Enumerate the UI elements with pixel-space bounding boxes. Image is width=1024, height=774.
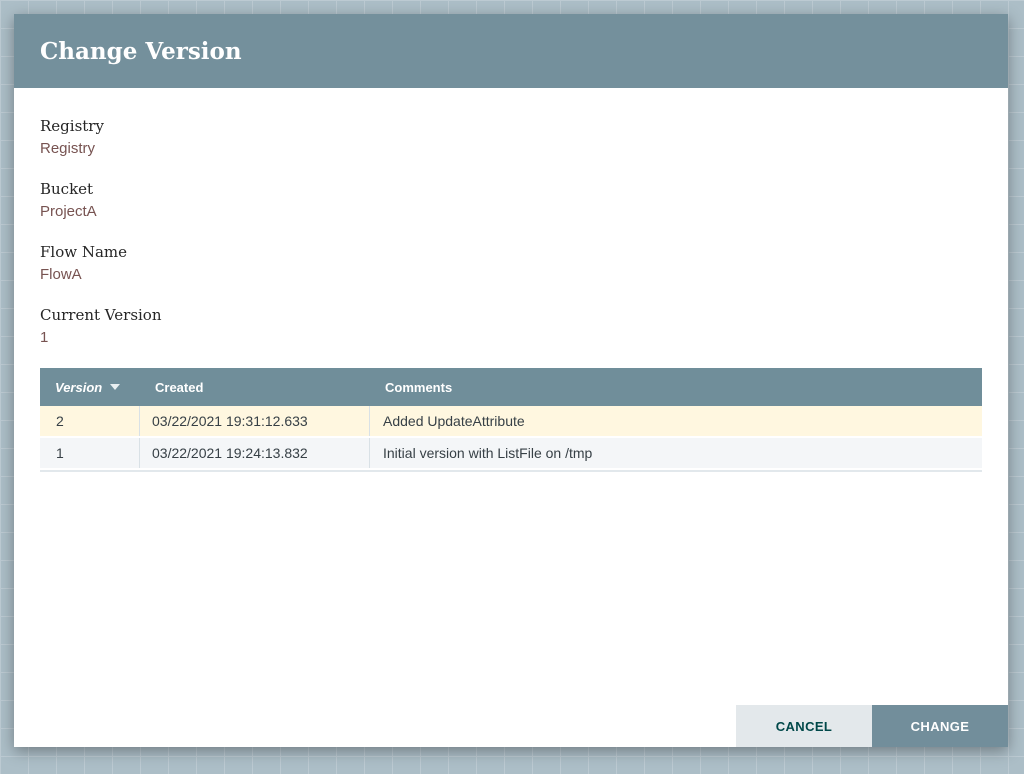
cancel-button[interactable]: CANCEL: [736, 705, 872, 747]
registry-label: Registry: [40, 115, 982, 137]
change-version-dialog: Change Version Registry Registry Bucket …: [14, 14, 1008, 747]
bucket-label: Bucket: [40, 178, 982, 200]
dialog-title: Change Version: [40, 38, 242, 65]
version-row-2[interactable]: 2 03/22/2021 19:31:12.633 Added UpdateAt…: [40, 406, 982, 436]
version-table-header: Version Created Comments: [40, 368, 982, 406]
current-version-value: 1: [40, 327, 982, 349]
registry-value: Registry: [40, 138, 982, 160]
column-header-comments[interactable]: Comments: [370, 380, 982, 395]
field-flow-name: Flow Name FlowA: [40, 241, 982, 286]
comments-cell: Initial version with ListFile on /tmp: [370, 438, 982, 468]
field-current-version: Current Version 1: [40, 304, 982, 349]
created-cell: 03/22/2021 19:24:13.832: [140, 438, 370, 468]
version-cell: 2: [40, 406, 140, 436]
created-cell: 03/22/2021 19:31:12.633: [140, 406, 370, 436]
flow-canvas: Change Version Registry Registry Bucket …: [0, 0, 1024, 774]
version-cell: 1: [40, 438, 140, 468]
sort-descending-icon: [110, 384, 120, 390]
version-table: Version Created Comments 2 03/22/2021 19…: [40, 368, 982, 472]
version-column-label: Version: [55, 380, 102, 395]
field-bucket: Bucket ProjectA: [40, 178, 982, 223]
bucket-value: ProjectA: [40, 201, 982, 223]
dialog-body: Registry Registry Bucket ProjectA Flow N…: [14, 88, 1008, 747]
dialog-button-bar: CANCEL CHANGE: [736, 705, 1008, 747]
column-header-version[interactable]: Version: [40, 380, 140, 395]
column-header-created[interactable]: Created: [140, 380, 370, 395]
flow-name-label: Flow Name: [40, 241, 982, 263]
current-version-label: Current Version: [40, 304, 982, 326]
change-button[interactable]: CHANGE: [872, 705, 1008, 747]
comments-cell: Added UpdateAttribute: [370, 406, 982, 436]
version-row-1[interactable]: 1 03/22/2021 19:24:13.832 Initial versio…: [40, 438, 982, 468]
dialog-header: Change Version: [14, 14, 1008, 88]
flow-name-value: FlowA: [40, 264, 982, 286]
created-column-label: Created: [155, 380, 203, 395]
field-registry: Registry Registry: [40, 115, 982, 160]
comments-column-label: Comments: [385, 380, 452, 395]
